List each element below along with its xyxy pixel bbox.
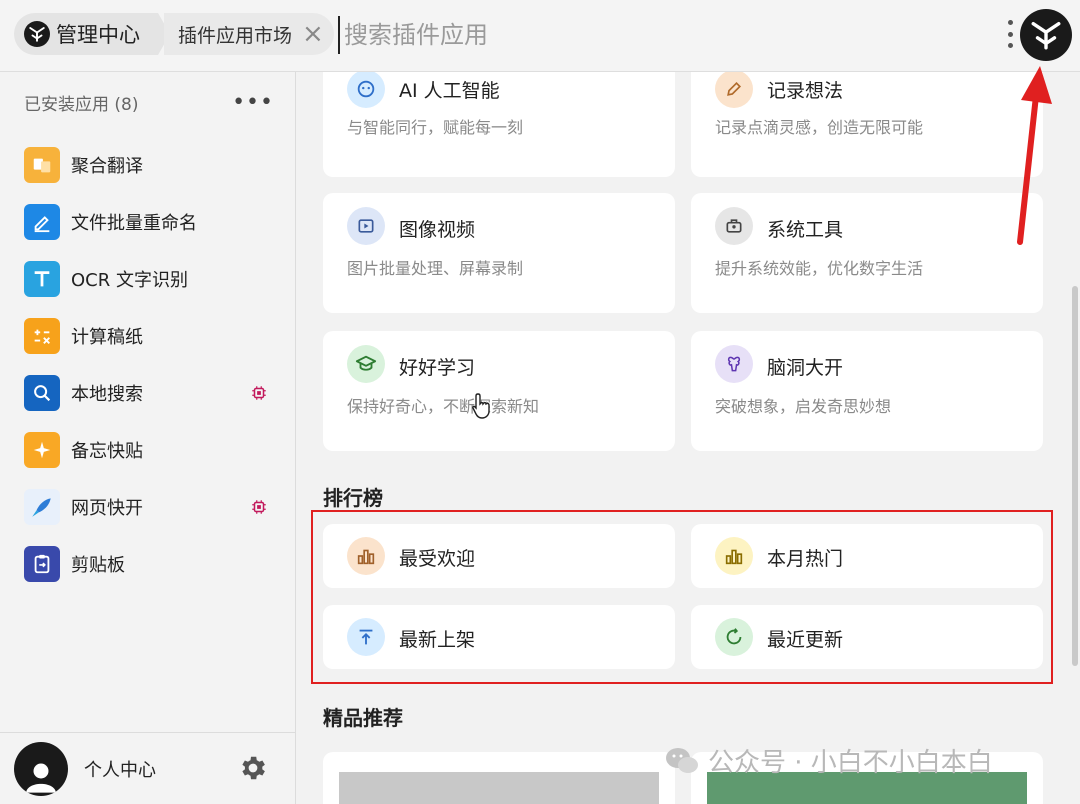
hand-cursor-icon xyxy=(472,392,494,424)
category-desc: 记录点滴灵感，创造无限可能 xyxy=(715,118,924,137)
category-desc: 保持好奇心，不断探索新知 xyxy=(347,397,540,416)
ranking-item-recently-updated[interactable]: 最近更新 xyxy=(691,605,1043,669)
video-play-icon xyxy=(347,207,385,245)
upload-icon xyxy=(347,618,385,656)
pen-edit-icon xyxy=(24,203,60,240)
more-horizontal-icon[interactable]: ••• xyxy=(232,90,274,115)
chip-badge-icon xyxy=(250,498,268,520)
user-center-label: 个人中心 xyxy=(84,759,156,781)
bar-chart-icon xyxy=(715,537,753,575)
sidebar-item-label: 聚合翻译 xyxy=(71,155,143,177)
rocket-icon xyxy=(24,488,60,525)
installed-apps-heading: 已安装应用 (8) xyxy=(24,95,139,115)
ranking-section-title: 排行榜 xyxy=(323,486,383,510)
category-title: 系统工具 xyxy=(767,219,844,241)
translate-icon xyxy=(24,146,60,183)
category-title: 好好学习 xyxy=(399,357,476,379)
sidebar-item-translate[interactable]: 聚合翻译 xyxy=(24,136,274,193)
calculator-icon xyxy=(24,317,60,354)
category-title: AI 人工智能 xyxy=(399,80,500,102)
ranking-item-new-arrivals[interactable]: 最新上架 xyxy=(323,605,675,669)
search-input[interactable] xyxy=(338,16,898,54)
watermark-text: 公众号 · 小白不小白本白 xyxy=(708,748,993,778)
more-vertical-icon[interactable] xyxy=(1000,16,1020,52)
category-desc: 突破想象，启发奇思妙想 xyxy=(715,397,892,416)
category-desc: 与智能同行，赋能每一刻 xyxy=(347,118,524,137)
category-card-tools[interactable]: 系统工具 提升系统效能，优化数字生活 xyxy=(691,193,1043,313)
installed-app-list: 聚合翻译 文件批量重命名 OCR 文字识别 计算稿纸 本地搜索 备忘快贴 网页快… xyxy=(24,136,274,592)
category-card-notes[interactable]: 记录想法 记录点滴灵感，创造无限可能 xyxy=(691,72,1043,177)
wechat-icon xyxy=(666,747,698,773)
scrollbar-thumb[interactable] xyxy=(1072,286,1078,666)
category-card-ai[interactable]: AI 人工智能 与智能同行，赋能每一刻 xyxy=(323,72,675,177)
sticky-note-icon xyxy=(24,431,60,468)
category-desc: 提升系统效能，优化数字生活 xyxy=(715,259,924,278)
sidebar-item-calculator[interactable]: 计算稿纸 xyxy=(24,307,274,364)
ranking-title: 本月热门 xyxy=(767,548,844,570)
sidebar-item-sticky-notes[interactable]: 备忘快贴 xyxy=(24,421,274,478)
ranking-title: 最新上架 xyxy=(399,629,476,651)
scrollbar[interactable] xyxy=(1070,72,1080,804)
breadcrumb-root[interactable]: 管理中心 xyxy=(14,13,158,55)
ocr-icon xyxy=(24,260,60,297)
ranking-title: 最受欢迎 xyxy=(399,548,476,570)
breadcrumb-root-label: 管理中心 xyxy=(56,23,140,47)
graduation-cap-icon xyxy=(347,345,385,383)
watermark: 公众号 · 小白不小白本白 xyxy=(664,742,993,779)
category-title: 记录想法 xyxy=(767,80,844,102)
plugin-market-content: AI 人工智能 与智能同行，赋能每一刻 记录想法 记录点滴灵感，创造无限可能 图… xyxy=(297,72,1080,804)
ranking-title: 最近更新 xyxy=(767,629,844,651)
refresh-icon xyxy=(715,618,753,656)
app-logo-icon xyxy=(1031,21,1061,50)
ranking-item-most-popular[interactable]: 最受欢迎 xyxy=(323,524,675,588)
category-title: 脑洞大开 xyxy=(767,357,844,379)
avatar[interactable] xyxy=(14,741,68,796)
sidebar-item-ocr[interactable]: OCR 文字识别 xyxy=(24,250,274,307)
featured-card[interactable] xyxy=(323,752,675,804)
brain-icon xyxy=(715,345,753,383)
breadcrumb: 管理中心 插件应用市场 × xyxy=(14,13,334,55)
sidebar-item-label: 文件批量重命名 xyxy=(71,212,197,234)
sidebar-item-label: 本地搜索 xyxy=(71,383,143,405)
sidebar: 已安装应用 (8) ••• 聚合翻译 文件批量重命名 OCR 文字识别 计算稿纸… xyxy=(0,72,296,804)
close-icon[interactable]: × xyxy=(302,21,324,47)
sidebar-item-label: 备忘快贴 xyxy=(71,440,143,462)
sidebar-item-local-search[interactable]: 本地搜索 xyxy=(24,364,274,421)
app-logo-icon xyxy=(24,21,50,47)
featured-thumbnail xyxy=(339,772,659,804)
app-logo-button[interactable] xyxy=(1020,9,1072,61)
category-card-brainstorm[interactable]: 脑洞大开 突破想象，启发奇思妙想 xyxy=(691,331,1043,451)
category-title: 图像视频 xyxy=(399,219,476,241)
sidebar-item-rename[interactable]: 文件批量重命名 xyxy=(24,193,274,250)
category-card-media[interactable]: 图像视频 图片批量处理、屏幕录制 xyxy=(323,193,675,313)
category-card-study[interactable]: 好好学习 保持好奇心，不断探索新知 xyxy=(323,331,675,451)
breadcrumb-tab[interactable]: 插件应用市场 × xyxy=(164,13,334,55)
gear-icon[interactable] xyxy=(238,753,268,787)
search-icon xyxy=(24,374,60,411)
sidebar-item-clipboard[interactable]: 剪贴板 xyxy=(24,535,274,592)
pencil-icon xyxy=(715,72,753,108)
sidebar-item-label: 计算稿纸 xyxy=(71,326,143,348)
top-bar: 管理中心 插件应用市场 × xyxy=(0,0,1080,72)
robot-icon xyxy=(347,72,385,108)
sidebar-item-web-launch[interactable]: 网页快开 xyxy=(24,478,274,535)
toolbox-icon xyxy=(715,207,753,245)
sidebar-item-label: 网页快开 xyxy=(71,497,143,519)
bar-chart-icon xyxy=(347,537,385,575)
chip-badge-icon xyxy=(250,384,268,406)
ranking-item-monthly-hot[interactable]: 本月热门 xyxy=(691,524,1043,588)
sidebar-item-label: OCR 文字识别 xyxy=(71,269,188,291)
installed-apps-header: 已安装应用 (8) ••• xyxy=(24,90,274,115)
breadcrumb-tab-label: 插件应用市场 xyxy=(178,24,293,47)
sidebar-item-label: 剪贴板 xyxy=(71,554,125,576)
featured-section-title: 精品推荐 xyxy=(323,706,403,730)
category-desc: 图片批量处理、屏幕录制 xyxy=(347,259,524,278)
clipboard-icon xyxy=(24,545,60,582)
user-center[interactable]: 个人中心 xyxy=(0,732,296,804)
